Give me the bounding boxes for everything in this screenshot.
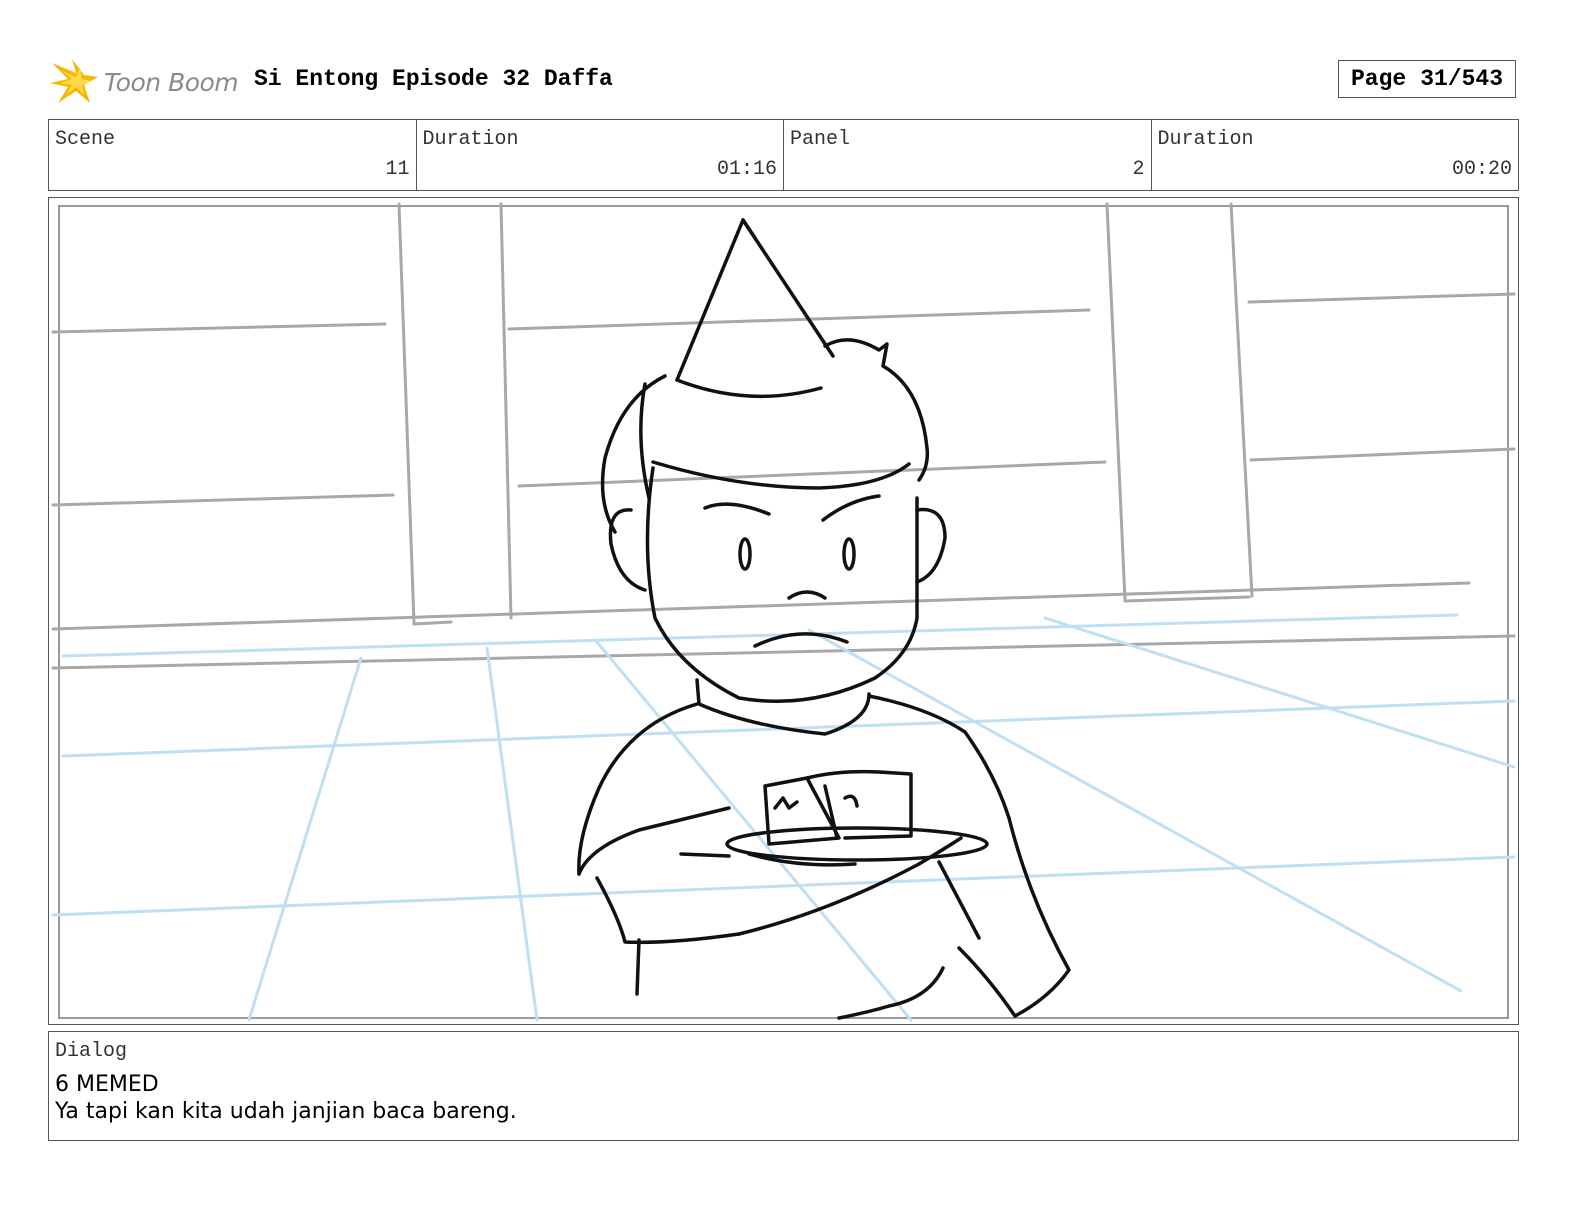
panel-duration-cell: Duration 00:20 — [1152, 120, 1519, 190]
dialog-label: Dialog — [55, 1040, 128, 1063]
panel-sketch — [51, 202, 1516, 1022]
storyboard-header: Toon Boom Si Entong Episode 32 Daffa Pag… — [50, 52, 1534, 112]
scene-duration-label: Duration — [422, 128, 519, 151]
scene-value: 11 — [385, 158, 410, 181]
panel-value: 2 — [1132, 158, 1145, 181]
panel-label: Panel — [790, 128, 851, 151]
toon-boom-logo: Toon Boom — [50, 56, 239, 108]
scene-cell: Scene 11 — [49, 120, 417, 190]
panel-duration-value: 00:20 — [1451, 158, 1512, 181]
panel-duration-label: Duration — [1157, 128, 1254, 151]
star-burst-icon — [50, 59, 98, 103]
dialog-line: Ya tapi kan kita udah janjian baca baren… — [55, 1099, 517, 1124]
dialog-speaker: 6 MEMED — [55, 1072, 159, 1097]
logo-text: Toon Boom — [104, 67, 239, 97]
page-number: 31/543 — [1420, 66, 1504, 92]
storyboard-panel — [48, 197, 1519, 1025]
page-indicator: Page 31/543 — [1338, 60, 1516, 98]
scene-info-table: Scene 11 Duration 01:16 Panel 2 Duration… — [48, 119, 1519, 191]
scene-duration-cell: Duration 01:16 — [417, 120, 784, 190]
scene-label: Scene — [55, 128, 116, 151]
dialog-box: Dialog 6 MEMED Ya tapi kan kita udah jan… — [48, 1031, 1519, 1141]
panel-cell: Panel 2 — [784, 120, 1152, 190]
document-title: Si Entong Episode 32 Daffa — [254, 66, 613, 92]
scene-duration-value: 01:16 — [716, 158, 777, 181]
page-label: Page — [1350, 66, 1407, 92]
